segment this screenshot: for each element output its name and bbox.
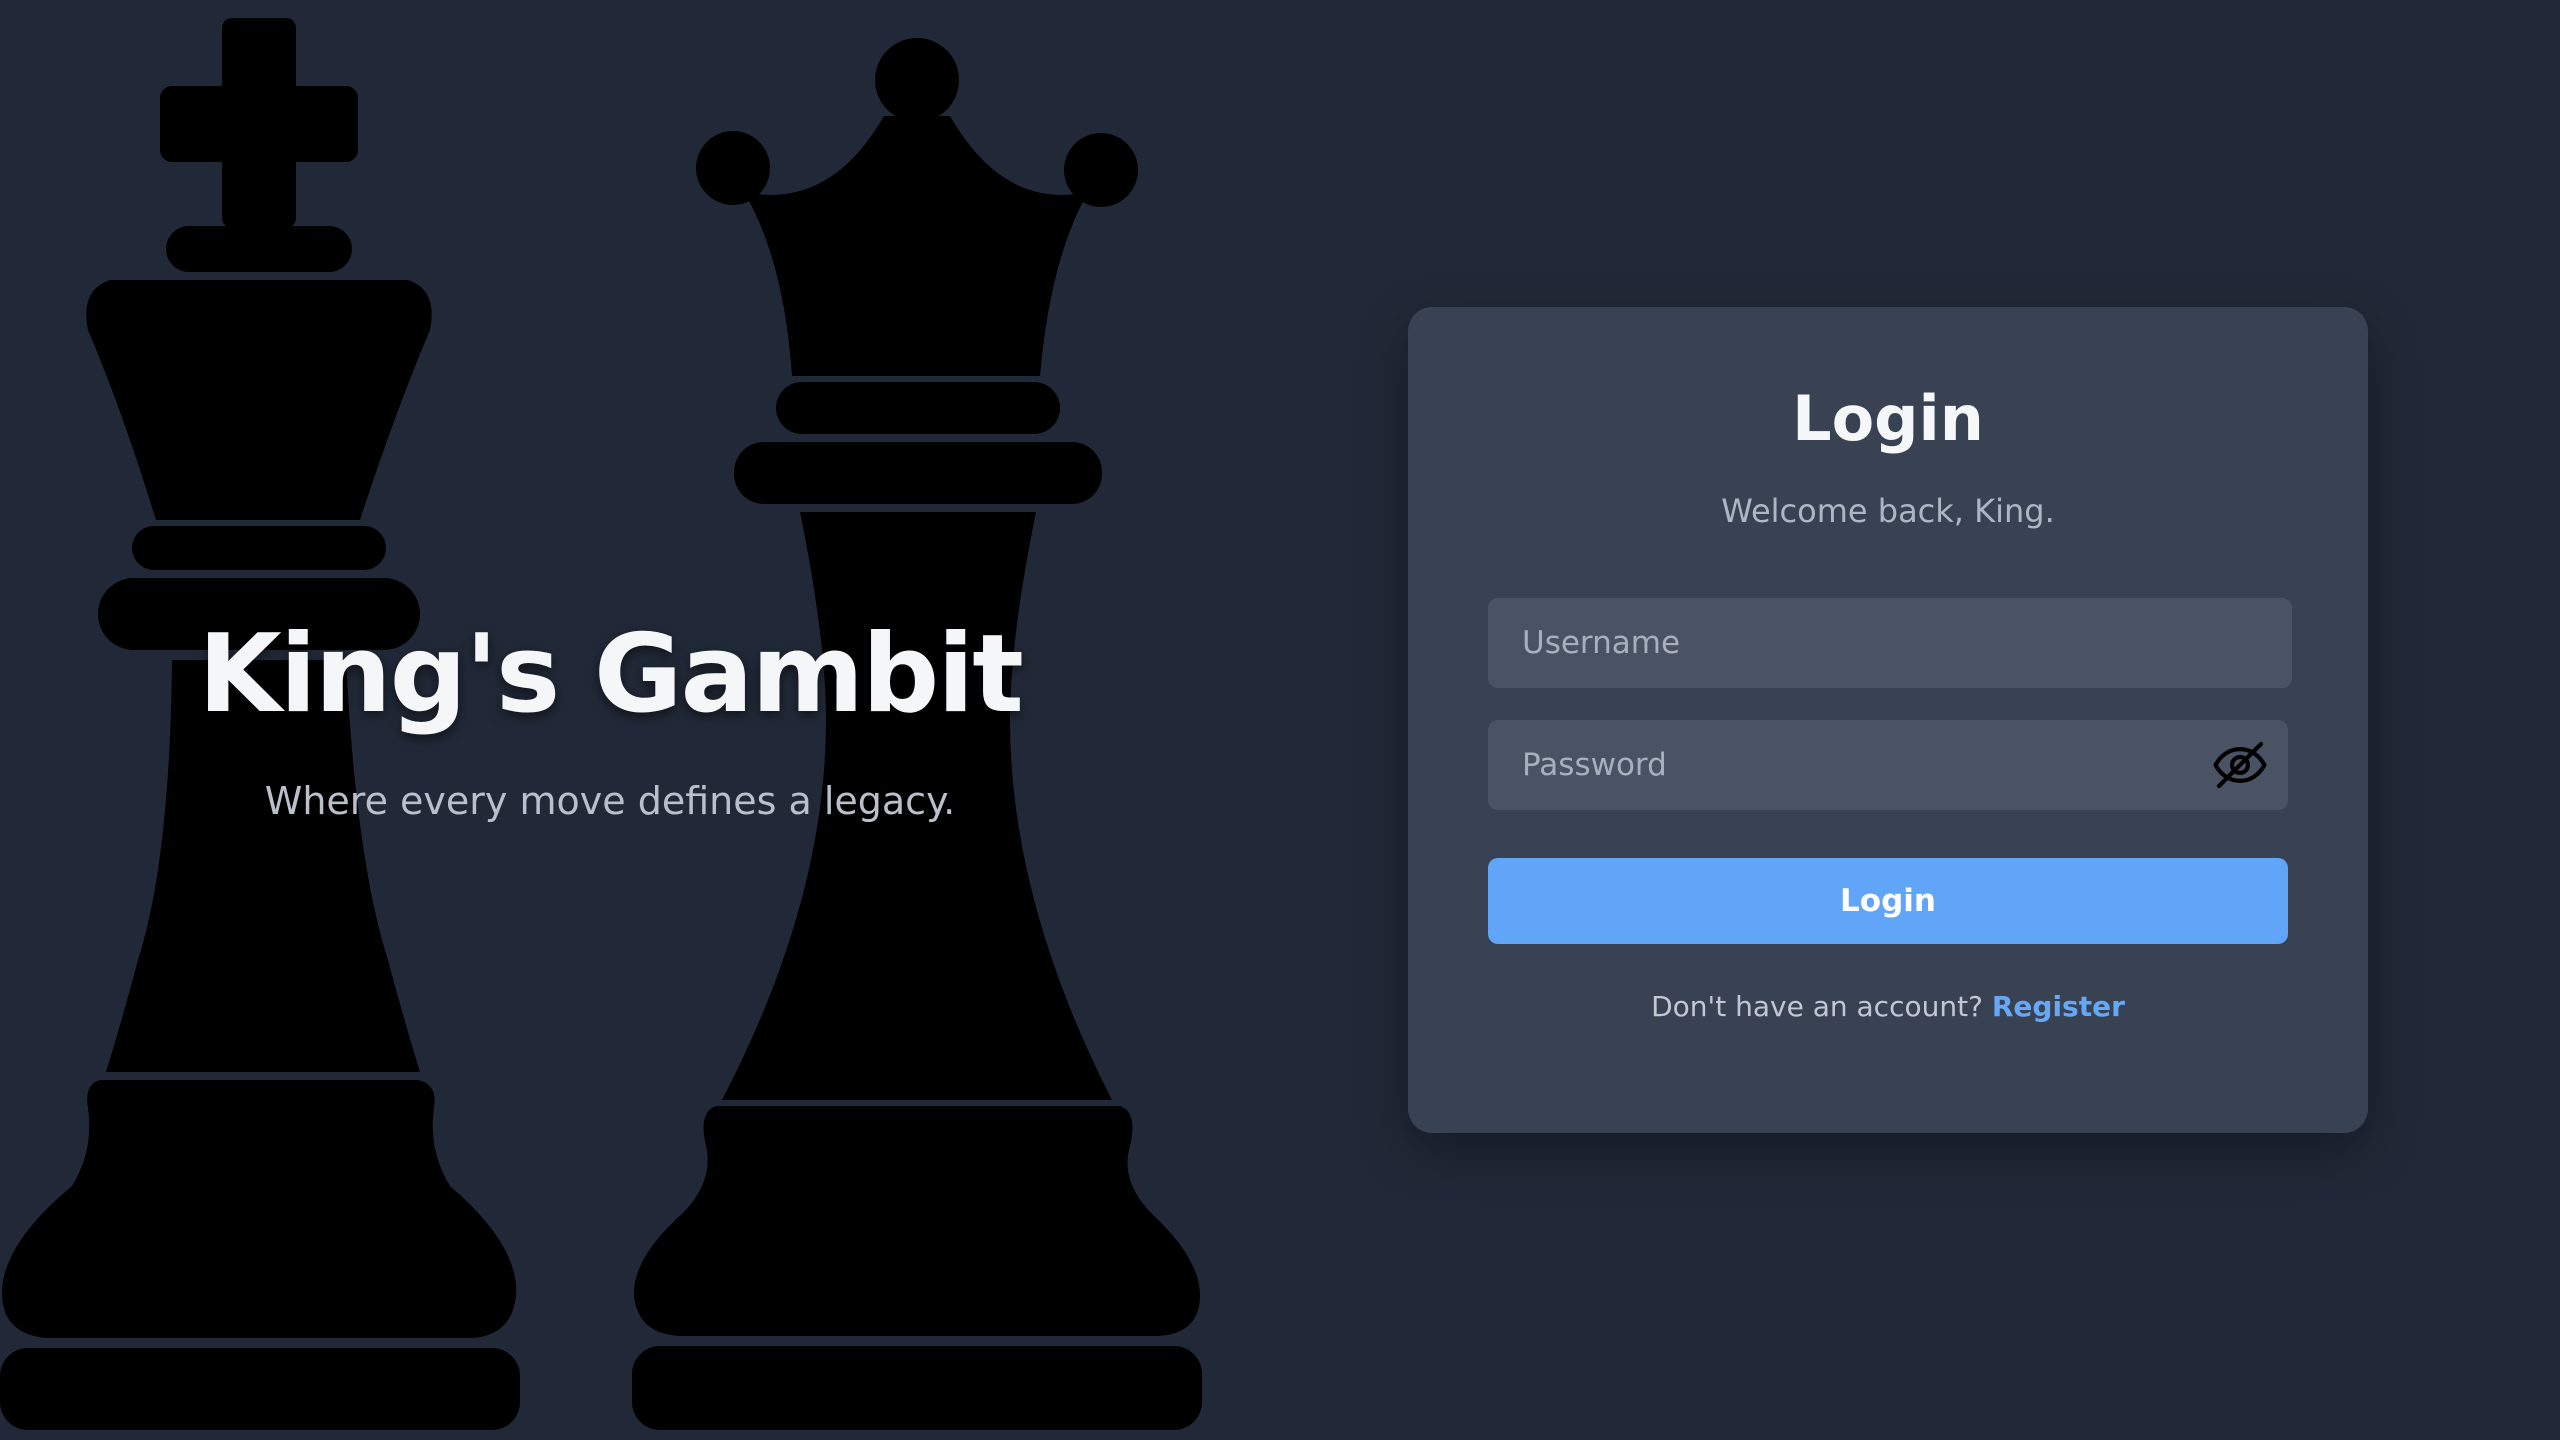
- username-field: [1488, 598, 2292, 688]
- register-link[interactable]: Register: [1992, 990, 2125, 1023]
- register-prompt: Don't have an account? Register: [1408, 987, 2368, 1027]
- hero-section: King's Gambit Where every move defines a…: [0, 600, 1220, 826]
- register-prompt-text: Don't have an account?: [1651, 990, 1983, 1023]
- login-card: Login Welcome back, King. Login Don't ha…: [1408, 307, 2368, 1133]
- eye-slash-icon[interactable]: [2212, 737, 2268, 793]
- login-title: Login: [1792, 382, 1984, 455]
- login-page: King's Gambit Where every move defines a…: [0, 0, 2560, 1440]
- login-button[interactable]: Login: [1488, 858, 2288, 944]
- hero-title: King's Gambit: [198, 612, 1024, 737]
- username-input[interactable]: [1488, 598, 2292, 688]
- password-input[interactable]: [1488, 720, 2288, 810]
- hero-subtitle: Where every move defines a legacy.: [264, 779, 956, 823]
- password-field: [1488, 720, 2288, 810]
- login-subtitle: Welcome back, King.: [1721, 492, 2055, 530]
